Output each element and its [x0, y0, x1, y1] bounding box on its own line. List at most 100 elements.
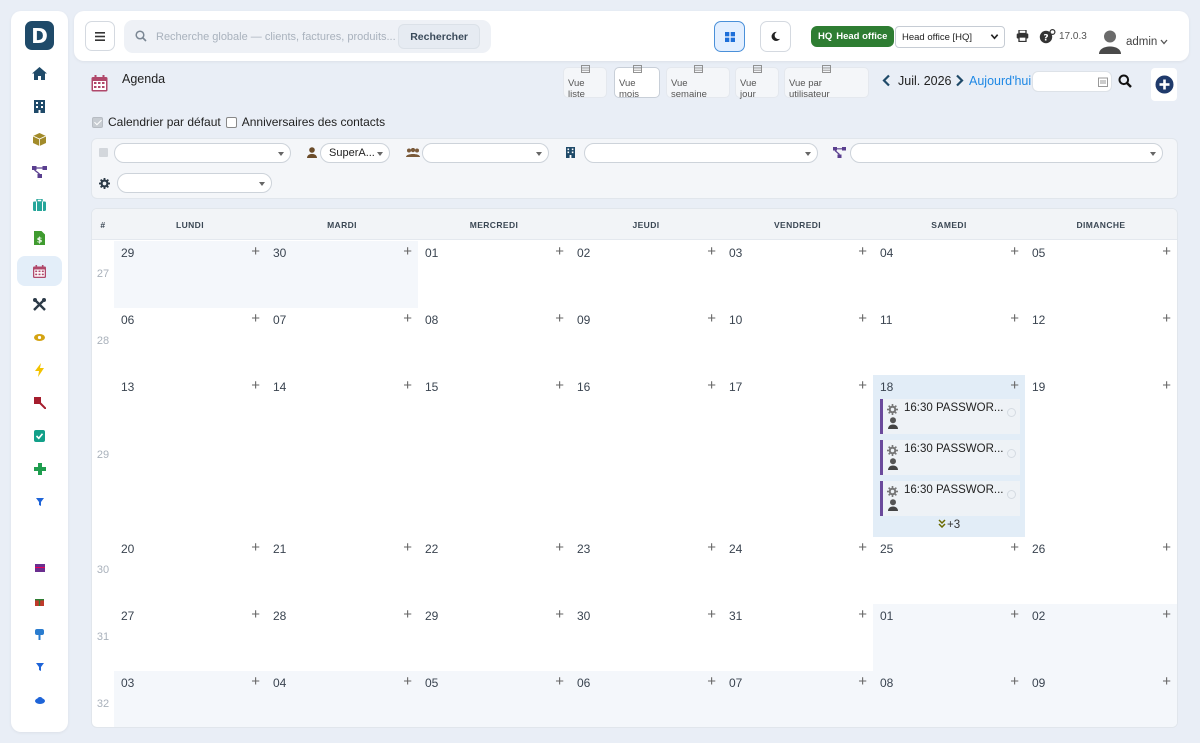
sidebar-item-building[interactable] — [17, 91, 62, 121]
add-event-icon[interactable]: + — [858, 607, 867, 622]
add-event-icon[interactable]: + — [251, 674, 260, 689]
day-number[interactable]: 20 — [121, 542, 134, 556]
user-filter-select[interactable]: SuperA... — [320, 143, 390, 163]
sidebar-item-home[interactable] — [17, 58, 62, 88]
day-number[interactable]: 13 — [121, 380, 134, 394]
day-cell[interactable]: 26 + — [1025, 537, 1177, 604]
day-number[interactable]: 19 — [1032, 380, 1045, 394]
day-cell[interactable]: 15 + — [418, 375, 570, 537]
day-cell[interactable]: 23 + — [570, 537, 722, 604]
app-logo[interactable]: D — [25, 21, 54, 50]
day-cell[interactable]: 07 + — [722, 671, 873, 727]
day-number[interactable]: 11 — [880, 313, 892, 327]
dark-mode-button[interactable] — [760, 21, 791, 52]
add-event-icon[interactable]: + — [1010, 378, 1019, 393]
add-event-icon[interactable]: + — [555, 540, 564, 555]
add-event-icon[interactable]: + — [251, 311, 260, 326]
add-event-icon[interactable]: + — [1162, 378, 1171, 393]
day-cell[interactable]: 07 + — [266, 308, 418, 375]
add-event-icon[interactable]: + — [403, 311, 412, 326]
add-event-icon[interactable]: + — [707, 311, 716, 326]
day-cell[interactable]: 04 + — [873, 241, 1025, 308]
add-event-icon[interactable]: + — [251, 607, 260, 622]
sidebar-item-pencil-ruler[interactable] — [17, 388, 62, 418]
day-cell[interactable]: 24 + — [722, 537, 873, 604]
sidebar-item-cloud[interactable] — [17, 685, 62, 715]
add-event-icon[interactable]: + — [555, 674, 564, 689]
group-filter-select[interactable] — [422, 143, 549, 163]
add-event-icon[interactable]: + — [403, 244, 412, 259]
add-event-icon[interactable]: + — [707, 607, 716, 622]
next-month-icon[interactable] — [955, 74, 964, 87]
day-cell[interactable]: 16 + — [570, 375, 722, 537]
day-number[interactable]: 21 — [273, 542, 286, 556]
day-cell[interactable]: 31 + — [722, 604, 873, 671]
day-cell[interactable]: 29 + — [114, 241, 266, 308]
day-cell[interactable]: 29 + — [418, 604, 570, 671]
day-number[interactable]: 23 — [577, 542, 590, 556]
day-number[interactable]: 01 — [880, 609, 893, 623]
action-type-filter-select[interactable] — [117, 173, 272, 193]
calendar-event[interactable]: 16:30 PASSWOR... — [880, 440, 1020, 475]
sidebar-item-filter-small[interactable] — [17, 652, 62, 682]
day-cell[interactable]: 25 + — [873, 537, 1025, 604]
day-cell[interactable]: 02 + — [570, 241, 722, 308]
add-event-icon[interactable]: + — [1010, 244, 1019, 259]
add-event-icon[interactable]: + — [1162, 244, 1171, 259]
date-picker-input[interactable] — [1032, 71, 1112, 92]
day-number[interactable]: 06 — [121, 313, 134, 327]
day-number[interactable]: 26 — [1032, 542, 1045, 556]
day-number[interactable]: 15 — [425, 380, 438, 394]
day-number[interactable]: 07 — [273, 313, 286, 327]
sidebar-item-grid-module[interactable] — [17, 553, 62, 583]
day-cell[interactable]: 21 + — [266, 537, 418, 604]
day-cell[interactable]: 04 + — [266, 671, 418, 727]
day-number[interactable]: 09 — [1032, 676, 1045, 690]
day-cell[interactable]: 28 + — [266, 604, 418, 671]
sidebar-item-plus-cross[interactable] — [17, 454, 62, 484]
view-button-4[interactable]: Vue par utilisateur — [784, 65, 869, 100]
search-button[interactable]: Rechercher — [398, 24, 480, 49]
add-event-icon[interactable]: + — [1162, 311, 1171, 326]
add-event-icon[interactable]: + — [858, 378, 867, 393]
day-number[interactable]: 02 — [1032, 609, 1045, 623]
contact-birthdays-checkbox[interactable] — [225, 116, 237, 128]
day-cell[interactable]: 27 + — [114, 604, 266, 671]
calendar-event[interactable]: 16:30 PASSWOR... — [880, 481, 1020, 516]
day-number[interactable]: 01 — [425, 246, 438, 260]
day-cell[interactable]: 01 + — [873, 604, 1025, 671]
day-number[interactable]: 14 — [273, 380, 286, 394]
day-number[interactable]: 03 — [121, 676, 134, 690]
view-button-1[interactable]: Vue mois — [614, 65, 660, 100]
entity-badge[interactable]: HQ Head office — [811, 26, 895, 47]
day-cell[interactable]: 11 + — [873, 308, 1025, 375]
sidebar-item-product-box[interactable] — [17, 124, 62, 154]
add-event-icon[interactable]: + — [1010, 311, 1019, 326]
day-number[interactable]: 09 — [577, 313, 590, 327]
day-number[interactable]: 02 — [577, 246, 590, 260]
day-cell[interactable]: 12 + — [1025, 308, 1177, 375]
company-filter-select[interactable] — [584, 143, 818, 163]
day-cell[interactable]: 06 + — [570, 671, 722, 727]
calendar-event[interactable]: 16:30 PASSWOR... — [880, 399, 1020, 434]
day-number[interactable]: 08 — [880, 676, 893, 690]
day-cell[interactable]: 14 + — [266, 375, 418, 537]
menu-toggle-button[interactable] — [85, 21, 115, 51]
view-button-0[interactable]: Vue liste — [563, 65, 607, 100]
day-cell[interactable]: 09 + — [570, 308, 722, 375]
day-number[interactable]: 12 — [1032, 313, 1045, 327]
day-number[interactable]: 17 — [729, 380, 742, 394]
add-event-icon[interactable]: + — [858, 244, 867, 259]
add-event-icon[interactable]: + — [707, 244, 716, 259]
sidebar-item-workflow[interactable] — [17, 157, 62, 187]
add-event-icon[interactable]: + — [707, 378, 716, 393]
add-event-icon[interactable]: + — [403, 540, 412, 555]
avatar[interactable] — [1099, 29, 1121, 54]
apps-grid-button[interactable] — [714, 21, 745, 52]
add-event-icon[interactable]: + — [555, 607, 564, 622]
day-number[interactable]: 03 — [729, 246, 742, 260]
day-number[interactable]: 30 — [577, 609, 590, 623]
day-number[interactable]: 08 — [425, 313, 438, 327]
day-number[interactable]: 06 — [577, 676, 590, 690]
day-number[interactable]: 04 — [880, 246, 893, 260]
